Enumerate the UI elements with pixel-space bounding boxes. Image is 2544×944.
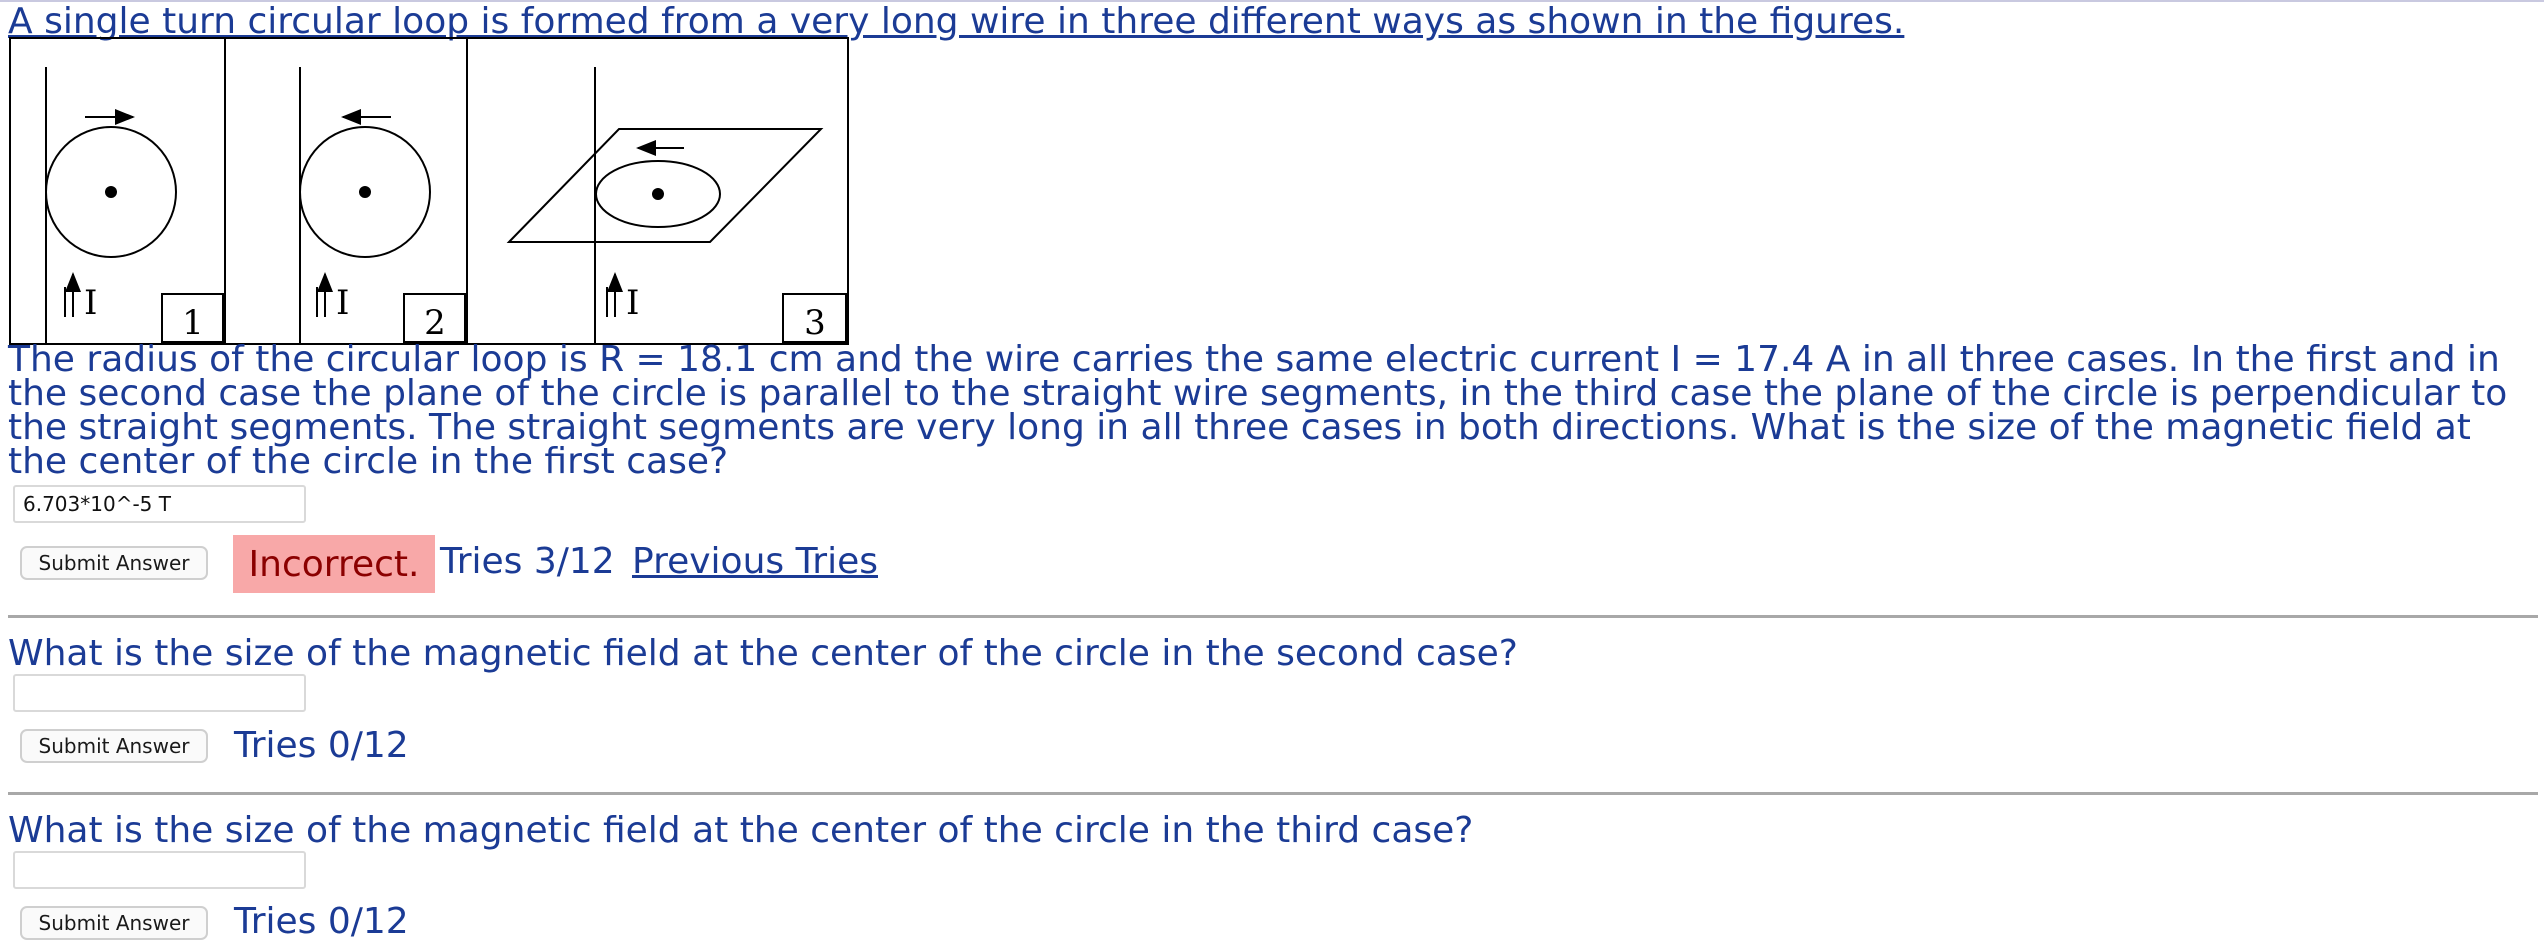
panel-number-1: 1 <box>182 303 204 343</box>
previous-tries-link[interactable]: Previous Tries <box>632 540 878 584</box>
panel-number-3: 3 <box>804 303 826 343</box>
submit-answer-button-part2[interactable]: Submit Answer <box>20 729 208 763</box>
tries-counter-part3: Tries 0/12 <box>234 901 409 942</box>
current-label-2: I <box>336 283 349 323</box>
center-dot-2 <box>359 186 371 198</box>
answer-input-part2[interactable] <box>13 674 306 712</box>
answer-input-part1[interactable] <box>13 485 306 523</box>
submit-answer-button-part3[interactable]: Submit Answer <box>20 906 208 940</box>
tries-counter-part2: Tries 0/12 <box>234 725 409 766</box>
current-label-1: I <box>84 283 97 323</box>
loop-figures: I I I 1 2 3 <box>9 37 849 345</box>
panel-number-2: 2 <box>424 303 446 343</box>
question-part3: What is the size of the magnetic field a… <box>8 810 1474 851</box>
center-dot-3 <box>652 188 664 200</box>
problem-statement: The radius of the circular loop is R = 1… <box>8 339 2508 482</box>
center-dot-1 <box>105 186 117 198</box>
current-label-3: I <box>626 283 639 323</box>
loop-plane-3 <box>506 128 824 243</box>
section-divider <box>8 615 2538 618</box>
tries-counter-part1: Tries 3/12 <box>440 541 615 582</box>
submit-answer-button-part1[interactable]: Submit Answer <box>20 546 208 580</box>
section-divider <box>8 792 2538 795</box>
incorrect-status-badge: Incorrect. <box>233 535 435 593</box>
question-part2: What is the size of the magnetic field a… <box>8 633 1518 674</box>
answer-input-part3[interactable] <box>13 851 306 889</box>
